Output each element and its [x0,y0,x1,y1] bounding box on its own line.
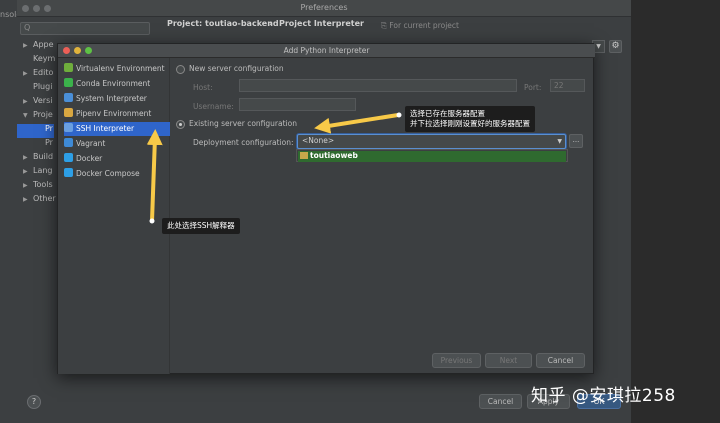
arrow-to-existing-config [314,113,400,134]
arrow-to-ssh-interpreter [146,129,163,223]
callout-line-1: 选择已存在服务器配置 [410,109,485,118]
annotation-arrows [146,112,402,224]
arrow-origin-dot-bottom [149,218,155,224]
callout-existing-config: 选择已存在服务器配置 并下拉选择刚刚设置好的服务器配置 [405,106,535,132]
callout-ssh-interpreter: 此处选择SSH解释器 [162,218,240,234]
callout-line-2: 并下拉选择刚刚设置好的服务器配置 [410,119,530,128]
watermark: 知乎 @安琪拉258 [531,386,676,406]
arrow-origin-dot-top [396,112,402,118]
